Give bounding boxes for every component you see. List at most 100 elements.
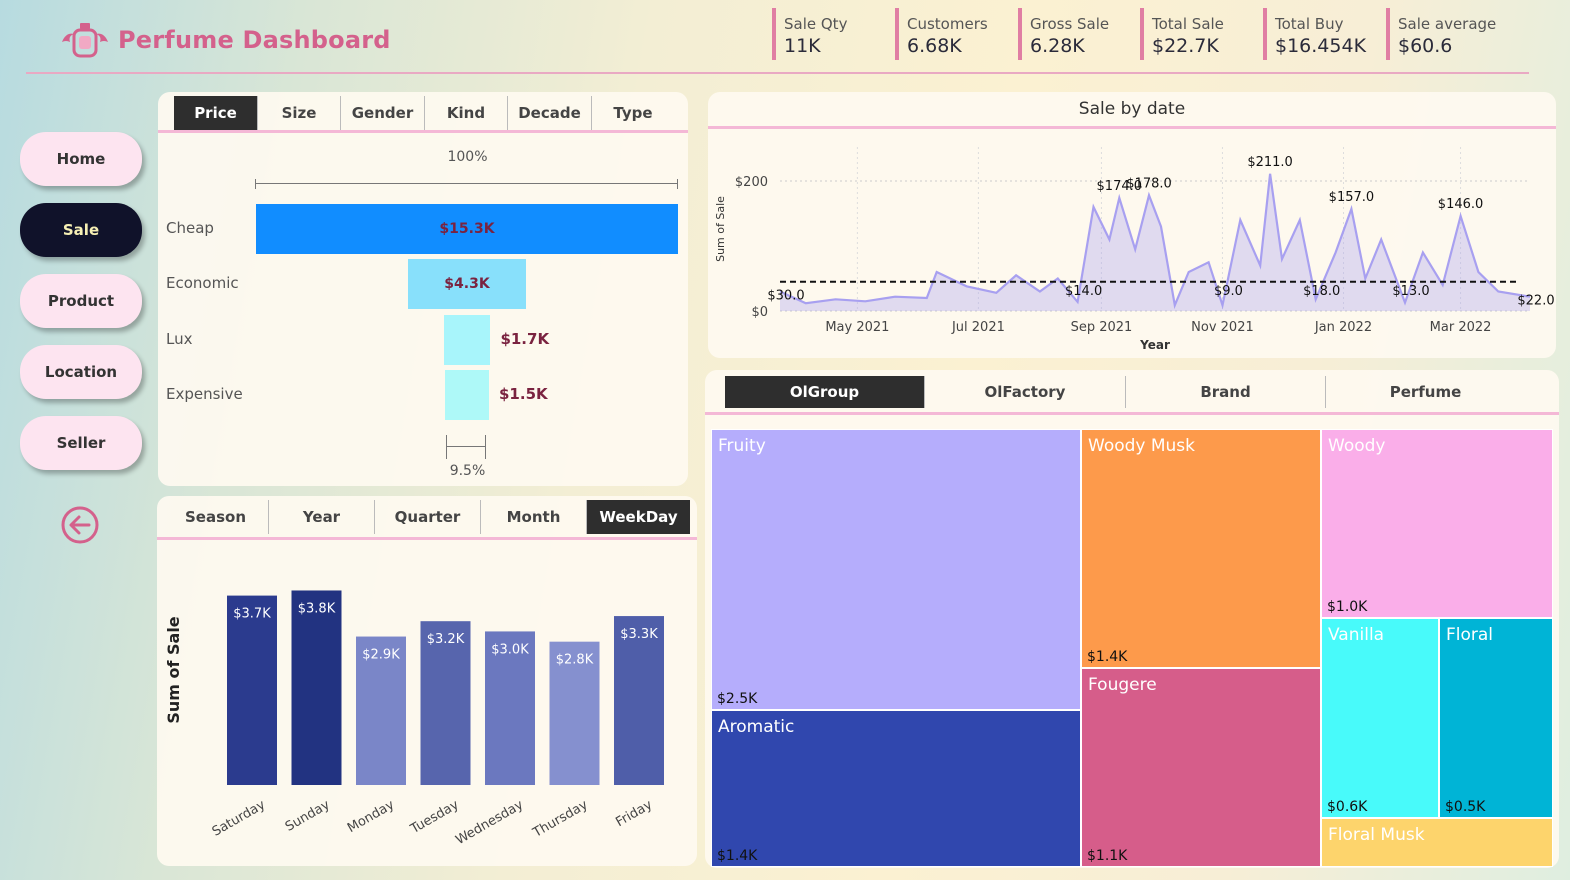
treemap-cell[interactable]: Aromatic $1.4K [711, 710, 1081, 867]
tab-brand[interactable]: Brand [1126, 376, 1326, 408]
tab-gender[interactable]: Gender [341, 96, 425, 130]
x-axis-label: Year [1139, 338, 1170, 352]
treemap-cell-name: Vanilla [1328, 625, 1385, 645]
bar-value-label: $3.8K [298, 601, 336, 616]
tab-year[interactable]: Year [269, 500, 375, 534]
tab-type[interactable]: Type [592, 96, 674, 130]
nav-sale-button[interactable]: Sale [20, 203, 142, 257]
point-value-label: $22.0 [1517, 294, 1554, 309]
funnel-value-label: $1.5K [499, 385, 548, 403]
x-tick-label: Wednesday [453, 797, 526, 848]
treemap-cell-value: $1.0K [1327, 599, 1368, 615]
x-tick-label: Jul 2021 [951, 320, 1005, 335]
funnel-category-label: Lux [166, 330, 193, 348]
treemap-cell-name: Woody [1328, 436, 1386, 456]
point-value-label: $146.0 [1438, 197, 1484, 212]
tab-olgroup[interactable]: OlGroup [725, 376, 925, 408]
point-value-label: $18.0 [1303, 284, 1340, 299]
treemap-tabs: OlGroup OlFactory Brand Perfume [725, 376, 1527, 408]
kpi-label: Total Buy [1275, 15, 1344, 33]
x-tick-label: May 2021 [825, 320, 889, 335]
x-tick-label: Thursday [530, 797, 591, 841]
funnel-top-percent: 100% [447, 149, 488, 165]
tab-season[interactable]: Season [163, 500, 269, 534]
funnel-top-bracket [255, 179, 678, 189]
funnel-bar[interactable] [443, 315, 491, 365]
kpi-value: $16.454K [1275, 35, 1367, 57]
tab-weekday[interactable]: WeekDay [587, 500, 690, 534]
kpi-label: Total Sale [1152, 15, 1224, 33]
back-arrow-icon[interactable] [60, 505, 100, 545]
tab-decade[interactable]: Decade [508, 96, 592, 130]
treemap-cell[interactable]: Floral Musk [1321, 818, 1553, 867]
nav-home-button[interactable]: Home [20, 132, 142, 186]
kpi-total-sale: Total Sale $22.7K [1140, 8, 1224, 60]
treemap-tab-underline [705, 412, 1559, 415]
point-value-label: $9.0 [1214, 284, 1243, 299]
funnel-value-label: $4.3K [444, 276, 490, 292]
treemap-cell-name: Floral Musk [1328, 825, 1425, 845]
tab-olfactory[interactable]: OlFactory [925, 376, 1126, 408]
nav-product-button[interactable]: Product [20, 274, 142, 328]
weekday-sales-panel: Season Year Quarter Month WeekDay Sum of… [157, 496, 697, 866]
kpi-sale-average: Sale average $60.6 [1386, 8, 1496, 60]
weekday-bar[interactable] [291, 590, 342, 785]
nav-seller-button[interactable]: Seller [20, 416, 142, 470]
kpi-value: 11K [784, 35, 821, 57]
treemap-cell-value: $0.6K [1327, 799, 1368, 815]
tab-kind[interactable]: Kind [425, 96, 508, 130]
funnel-category-label: Cheap [166, 219, 214, 237]
treemap-cell-name: Fougere [1088, 675, 1157, 695]
treemap-cell-name: Woody Musk [1088, 436, 1196, 456]
point-value-label: $157.0 [1329, 190, 1375, 205]
x-tick-label: Friday [613, 797, 655, 830]
x-tick-label: Jan 2022 [1314, 320, 1372, 335]
treemap-cell[interactable]: Woody Musk $1.4K [1081, 429, 1321, 668]
bar-value-label: $2.9K [362, 648, 400, 663]
treemap-cell[interactable]: Floral $0.5K [1439, 618, 1553, 818]
x-tick-label: Saturday [210, 797, 268, 839]
olgroup-treemap-panel: OlGroup OlFactory Brand Perfume Fruity $2… [705, 370, 1559, 868]
line-chart-title: Sale by date [1078, 99, 1186, 119]
treemap-cell[interactable]: Vanilla $0.6K [1321, 618, 1439, 818]
weekday-bar-chart: Sum of Sale $3.7K Saturday $3.8K Sunday $2.9K… [164, 590, 664, 848]
treemap-cell-value: $1.4K [717, 848, 758, 864]
funnel-chart: 100% Cheap $15.3K Economic $4.3K Lux $1.7K Exp… [158, 133, 688, 488]
funnel-bottom-percent: 9.5% [449, 463, 486, 479]
x-tick-label: Monday [345, 797, 397, 836]
kpi-label: Customers [907, 15, 988, 33]
kpi-gross-sale: Gross Sale 6.28K [1018, 8, 1109, 60]
x-tick-label: Sep 2021 [1071, 320, 1133, 335]
price-funnel-panel: Price Size Gender Kind Decade Type 100% … [158, 92, 688, 486]
olgroup-treemap: Fruity $2.5K Aromatic $1.4K Woody Musk $1.4K F… [711, 429, 1553, 867]
y-tick-label: $0 [751, 305, 768, 320]
sale-by-date-panel: Sale by date May 2021 Jul 2021 Sep 2021 Nov… [708, 92, 1556, 358]
funnel-bar[interactable]: $15.3K [256, 204, 678, 254]
nav-location-button[interactable]: Location [20, 345, 142, 399]
tab-price[interactable]: Price [174, 96, 258, 130]
point-value-label: $13.0 [1392, 284, 1429, 299]
tab-month[interactable]: Month [481, 500, 587, 534]
funnel-tabs: Price Size Gender Kind Decade Type [174, 96, 674, 130]
bar-value-label: $3.0K [491, 642, 529, 657]
funnel-bar[interactable] [445, 370, 489, 420]
treemap-cell[interactable]: Fruity $2.5K [711, 429, 1081, 710]
tab-perfume[interactable]: Perfume [1326, 376, 1525, 408]
bar-value-label: $3.7K [233, 607, 271, 622]
treemap-cell-value: $2.5K [717, 691, 758, 707]
treemap-cell-value: $1.4K [1087, 649, 1128, 665]
weekday-bar[interactable] [227, 595, 277, 785]
perfume-bottle-icon [62, 23, 108, 58]
kpi-value: $22.7K [1152, 35, 1219, 57]
kpi-sale-qty: Sale Qty 11K [772, 8, 847, 60]
funnel-value-label: $15.3K [439, 221, 495, 237]
app-logo: Perfume Dashboard [58, 18, 391, 62]
tab-size[interactable]: Size [258, 96, 341, 130]
funnel-bar[interactable]: $4.3K [407, 259, 527, 309]
treemap-cell-name: Floral [1446, 625, 1494, 645]
tab-quarter[interactable]: Quarter [375, 500, 481, 534]
treemap-cell[interactable]: Fougere $1.1K [1081, 668, 1321, 867]
treemap-cell[interactable]: Woody $1.0K [1321, 429, 1553, 618]
treemap-cell-name: Fruity [718, 436, 766, 456]
kpi-value: $60.6 [1398, 35, 1453, 57]
